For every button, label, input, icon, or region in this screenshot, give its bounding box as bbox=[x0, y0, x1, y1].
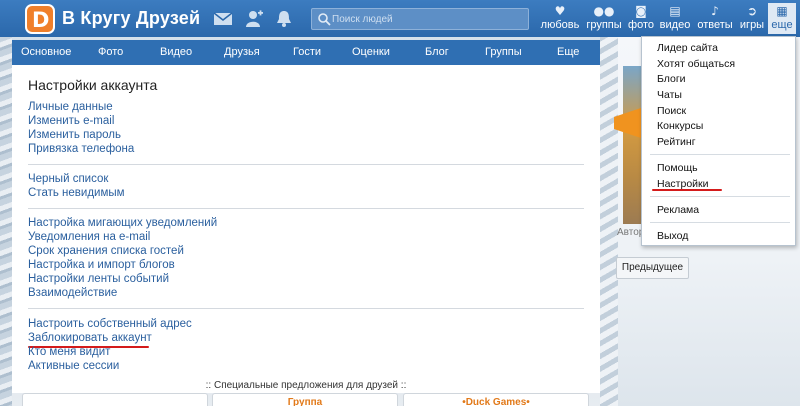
link-email-notifications[interactable]: Уведомления на e-mail bbox=[28, 231, 150, 243]
link-become-invisible[interactable]: Стать невидимым bbox=[28, 187, 125, 199]
nav-love[interactable]: ♥ любовь bbox=[539, 3, 581, 34]
dropdown-item-logout[interactable]: Выход bbox=[657, 230, 688, 242]
search-input[interactable] bbox=[332, 10, 522, 28]
offer-box[interactable] bbox=[22, 393, 208, 406]
dropdown-item-blogs[interactable]: Блоги bbox=[657, 73, 686, 85]
more-dropdown-menu: Лидер сайта Хотят общаться Блоги Чаты По… bbox=[641, 36, 796, 246]
group-icon: ●● bbox=[593, 4, 615, 18]
nav-love-label: любовь bbox=[540, 19, 580, 31]
link-block-account[interactable]: Заблокировать аккаунт bbox=[28, 332, 152, 344]
grid-icon: ▦ bbox=[776, 4, 788, 18]
nav-answers-label: ответы bbox=[697, 19, 733, 31]
top-bar: D В Кругу Друзей ♥ любовь ●● группы ◙ фо… bbox=[0, 0, 800, 37]
dropdown-item-help[interactable]: Помощь bbox=[657, 162, 698, 174]
link-change-password[interactable]: Изменить пароль bbox=[28, 129, 121, 141]
offer-box[interactable]: •Duck Games• bbox=[403, 393, 589, 406]
offer-box-label: •Duck Games• bbox=[462, 397, 530, 406]
menu-main[interactable]: Основное bbox=[21, 46, 71, 58]
menu-ratings[interactable]: Оценки bbox=[352, 46, 390, 58]
link-interaction[interactable]: Взаимодействие bbox=[28, 287, 117, 299]
link-blacklist[interactable]: Черный список bbox=[28, 173, 108, 185]
special-offers-header: :: Специальные предложения для друзей :: bbox=[12, 379, 600, 393]
profile-menu-bar: Основное Фото Видео Друзья Гости Оценки … bbox=[12, 40, 600, 65]
dropdown-item-chats[interactable]: Чаты bbox=[657, 89, 682, 101]
dropdown-item-search[interactable]: Поиск bbox=[657, 105, 686, 117]
logo-text[interactable]: В Кругу Друзей bbox=[62, 8, 200, 29]
link-event-feed-settings[interactable]: Настройки ленты событий bbox=[28, 273, 169, 285]
nav-video[interactable]: ▤ видео bbox=[658, 3, 692, 34]
highlight-underline bbox=[652, 189, 722, 191]
logo-glyph: D bbox=[32, 8, 50, 32]
dropdown-item-rating[interactable]: Рейтинг bbox=[657, 136, 696, 148]
search-icon bbox=[318, 13, 331, 26]
nav-photo-label: фото bbox=[628, 19, 654, 31]
dropdown-item-contests[interactable]: Конкурсы bbox=[657, 120, 703, 132]
film-icon: ▤ bbox=[669, 4, 681, 18]
menu-video[interactable]: Видео bbox=[160, 46, 192, 58]
divider bbox=[28, 164, 584, 165]
dropdown-item-site-leader[interactable]: Лидер сайта bbox=[657, 42, 718, 54]
dropdown-divider bbox=[650, 154, 790, 155]
menu-groups[interactable]: Группы bbox=[485, 46, 522, 58]
nav-video-label: видео bbox=[659, 19, 691, 31]
link-phone-binding[interactable]: Привязка телефона bbox=[28, 143, 134, 155]
link-change-email[interactable]: Изменить e-mail bbox=[28, 115, 114, 127]
dropdown-item-want-to-chat[interactable]: Хотят общаться bbox=[657, 58, 735, 70]
games-icon: ➲ bbox=[746, 4, 758, 18]
dropdown-item-ads[interactable]: Реклама bbox=[657, 204, 699, 216]
offer-box-label: Группа bbox=[287, 397, 323, 406]
nav-more-label: еще bbox=[771, 19, 793, 31]
mail-icon[interactable] bbox=[213, 9, 233, 28]
menu-guests[interactable]: Гости bbox=[293, 46, 321, 58]
search-box[interactable] bbox=[311, 8, 529, 30]
offer-box[interactable]: Группа bbox=[212, 393, 398, 406]
answers-icon: ♪ bbox=[711, 4, 719, 18]
dropdown-divider bbox=[650, 196, 790, 197]
settings-panel: Настройки аккаунта Личные данные Изменит… bbox=[12, 65, 600, 379]
heart-icon: ♥ bbox=[554, 4, 566, 18]
link-blinking-notifications[interactable]: Настройка мигающих уведомлений bbox=[28, 217, 217, 229]
nav-answers[interactable]: ♪ ответы bbox=[695, 3, 735, 34]
link-active-sessions[interactable]: Активные сессии bbox=[28, 360, 119, 372]
divider bbox=[28, 208, 584, 209]
nav-groups-label: группы bbox=[586, 19, 622, 31]
promo-image[interactable] bbox=[623, 66, 641, 224]
link-custom-address[interactable]: Настроить собственный адрес bbox=[28, 318, 192, 330]
nav-photo[interactable]: ◙ фото bbox=[626, 3, 656, 34]
menu-blog[interactable]: Блог bbox=[425, 46, 449, 58]
camera-icon: ◙ bbox=[635, 4, 647, 18]
menu-photo[interactable]: Фото bbox=[98, 46, 123, 58]
link-guest-list-storage[interactable]: Срок хранения списка гостей bbox=[28, 245, 184, 257]
link-personal-data[interactable]: Личные данные bbox=[28, 101, 113, 113]
friends-icon[interactable] bbox=[244, 9, 264, 28]
link-blog-import[interactable]: Настройка и импорт блогов bbox=[28, 259, 175, 271]
previous-button[interactable]: Предыдущее bbox=[616, 257, 689, 279]
nav-more[interactable]: ▦ еще bbox=[768, 3, 796, 34]
page-background-strip bbox=[600, 36, 618, 406]
link-who-sees-me[interactable]: Кто меня видит bbox=[28, 346, 110, 358]
page-title: Настройки аккаунта bbox=[28, 77, 158, 93]
menu-more[interactable]: Еще bbox=[557, 46, 579, 58]
menu-friends[interactable]: Друзья bbox=[224, 46, 260, 58]
divider bbox=[28, 308, 584, 309]
bell-icon[interactable] bbox=[274, 9, 294, 28]
page-background-left bbox=[0, 36, 12, 406]
nav-games[interactable]: ➲ игры bbox=[737, 3, 767, 34]
nav-games-label: игры bbox=[739, 19, 765, 31]
nav-groups[interactable]: ●● группы bbox=[584, 3, 624, 34]
logo-icon[interactable]: D bbox=[25, 4, 55, 34]
dropdown-divider bbox=[650, 222, 790, 223]
